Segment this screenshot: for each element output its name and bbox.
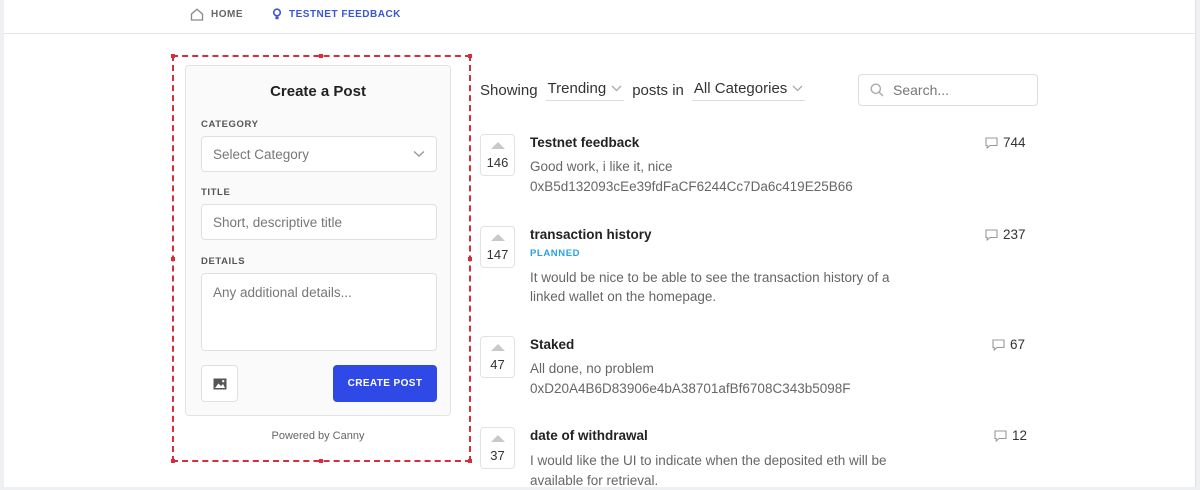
upvote-arrow-icon bbox=[490, 344, 505, 351]
upvote-button[interactable]: 47 bbox=[480, 336, 515, 378]
comment-icon bbox=[985, 136, 998, 149]
post-body-line: 0xD20A4B6D83906e4bA38701afBf6708C343b509… bbox=[530, 381, 851, 396]
post-body-line: Good work, i like it, nice bbox=[530, 159, 673, 174]
vote-count: 37 bbox=[490, 448, 505, 463]
top-nav: HOME TESTNET FEEDBACK bbox=[4, 0, 1195, 34]
chevron-down-icon bbox=[792, 85, 803, 92]
search-input[interactable]: Search... bbox=[858, 74, 1038, 106]
title-input-placeholder: Short, descriptive title bbox=[213, 214, 343, 230]
category-select[interactable]: Select Category bbox=[201, 136, 437, 172]
nav-home-label: HOME bbox=[211, 9, 243, 20]
post-title[interactable]: date of withdrawal bbox=[530, 428, 648, 443]
nav-home[interactable]: HOME bbox=[190, 8, 243, 21]
upvote-arrow-icon bbox=[490, 234, 505, 241]
filter-bar: Showing Trending posts in All Categories bbox=[480, 80, 813, 101]
comment-count-value: 744 bbox=[1003, 135, 1026, 150]
showing-label: Showing bbox=[480, 82, 538, 99]
details-textarea[interactable]: Any additional details... bbox=[201, 273, 437, 351]
attach-image-button[interactable] bbox=[201, 365, 238, 402]
home-icon bbox=[190, 8, 204, 21]
category-label: CATEGORY bbox=[201, 119, 259, 130]
create-post-button[interactable]: CREATE POST bbox=[333, 365, 437, 402]
search-placeholder: Search... bbox=[893, 82, 950, 98]
upvote-button[interactable]: 147 bbox=[480, 226, 515, 268]
post-title[interactable]: transaction history bbox=[530, 227, 652, 242]
upvote-arrow-icon bbox=[490, 142, 505, 149]
create-post-card: Create a Post CATEGORY Select Category T… bbox=[185, 65, 451, 416]
nav-feedback-label: TESTNET FEEDBACK bbox=[289, 9, 401, 20]
posts-in-label: posts in bbox=[632, 82, 684, 99]
chevron-down-icon bbox=[413, 150, 425, 157]
comment-count: 12 bbox=[994, 428, 1027, 443]
title-label: TITLE bbox=[201, 187, 231, 198]
comment-count-value: 237 bbox=[1003, 227, 1026, 242]
create-post-title: Create a Post bbox=[270, 83, 366, 100]
comment-count: 744 bbox=[985, 135, 1026, 150]
vote-count: 147 bbox=[486, 247, 509, 262]
post-body-line: available for retrieval. bbox=[530, 473, 659, 488]
details-label: DETAILS bbox=[201, 256, 246, 267]
category-filter-value: All Categories bbox=[693, 80, 788, 97]
comment-count: 237 bbox=[985, 227, 1026, 242]
powered-by-canny[interactable]: Powered by Canny bbox=[185, 430, 451, 442]
lightbulb-icon bbox=[272, 8, 282, 20]
title-input[interactable]: Short, descriptive title bbox=[201, 204, 437, 240]
comment-icon bbox=[992, 338, 1005, 351]
chevron-down-icon bbox=[611, 85, 622, 92]
comment-icon bbox=[985, 228, 998, 241]
search-icon bbox=[870, 83, 884, 97]
comment-count: 67 bbox=[992, 337, 1025, 352]
image-icon bbox=[213, 378, 226, 389]
post-title[interactable]: Testnet feedback bbox=[530, 135, 639, 150]
vote-count: 146 bbox=[486, 155, 509, 170]
post-body-line: I would like the UI to indicate when the… bbox=[530, 453, 887, 468]
upvote-button[interactable]: 146 bbox=[480, 134, 515, 176]
details-textarea-placeholder: Any additional details... bbox=[213, 285, 352, 300]
sort-dropdown-value: Trending bbox=[547, 80, 607, 97]
sort-dropdown[interactable]: Trending bbox=[545, 80, 625, 101]
comment-icon bbox=[994, 429, 1007, 442]
upvote-arrow-icon bbox=[490, 435, 505, 442]
nav-testnet-feedback[interactable]: TESTNET FEEDBACK bbox=[272, 8, 401, 21]
post-body-line: All done, no problem bbox=[530, 361, 654, 376]
post-body-line: 0xB5d132093cEe39fdFaCF6244Cc7Da6c419E25B… bbox=[530, 179, 853, 194]
post-body-line: linked wallet on the homepage. bbox=[530, 289, 717, 304]
post-body-line: It would be nice to be able to see the t… bbox=[530, 270, 890, 285]
post-title[interactable]: Staked bbox=[530, 337, 574, 352]
vote-count: 47 bbox=[490, 357, 505, 372]
category-select-value: Select Category bbox=[213, 146, 310, 162]
status-badge: PLANNED bbox=[530, 248, 581, 259]
upvote-button[interactable]: 37 bbox=[480, 427, 515, 469]
comment-count-value: 12 bbox=[1012, 428, 1028, 443]
comment-count-value: 67 bbox=[1010, 337, 1026, 352]
category-filter-dropdown[interactable]: All Categories bbox=[691, 80, 806, 101]
